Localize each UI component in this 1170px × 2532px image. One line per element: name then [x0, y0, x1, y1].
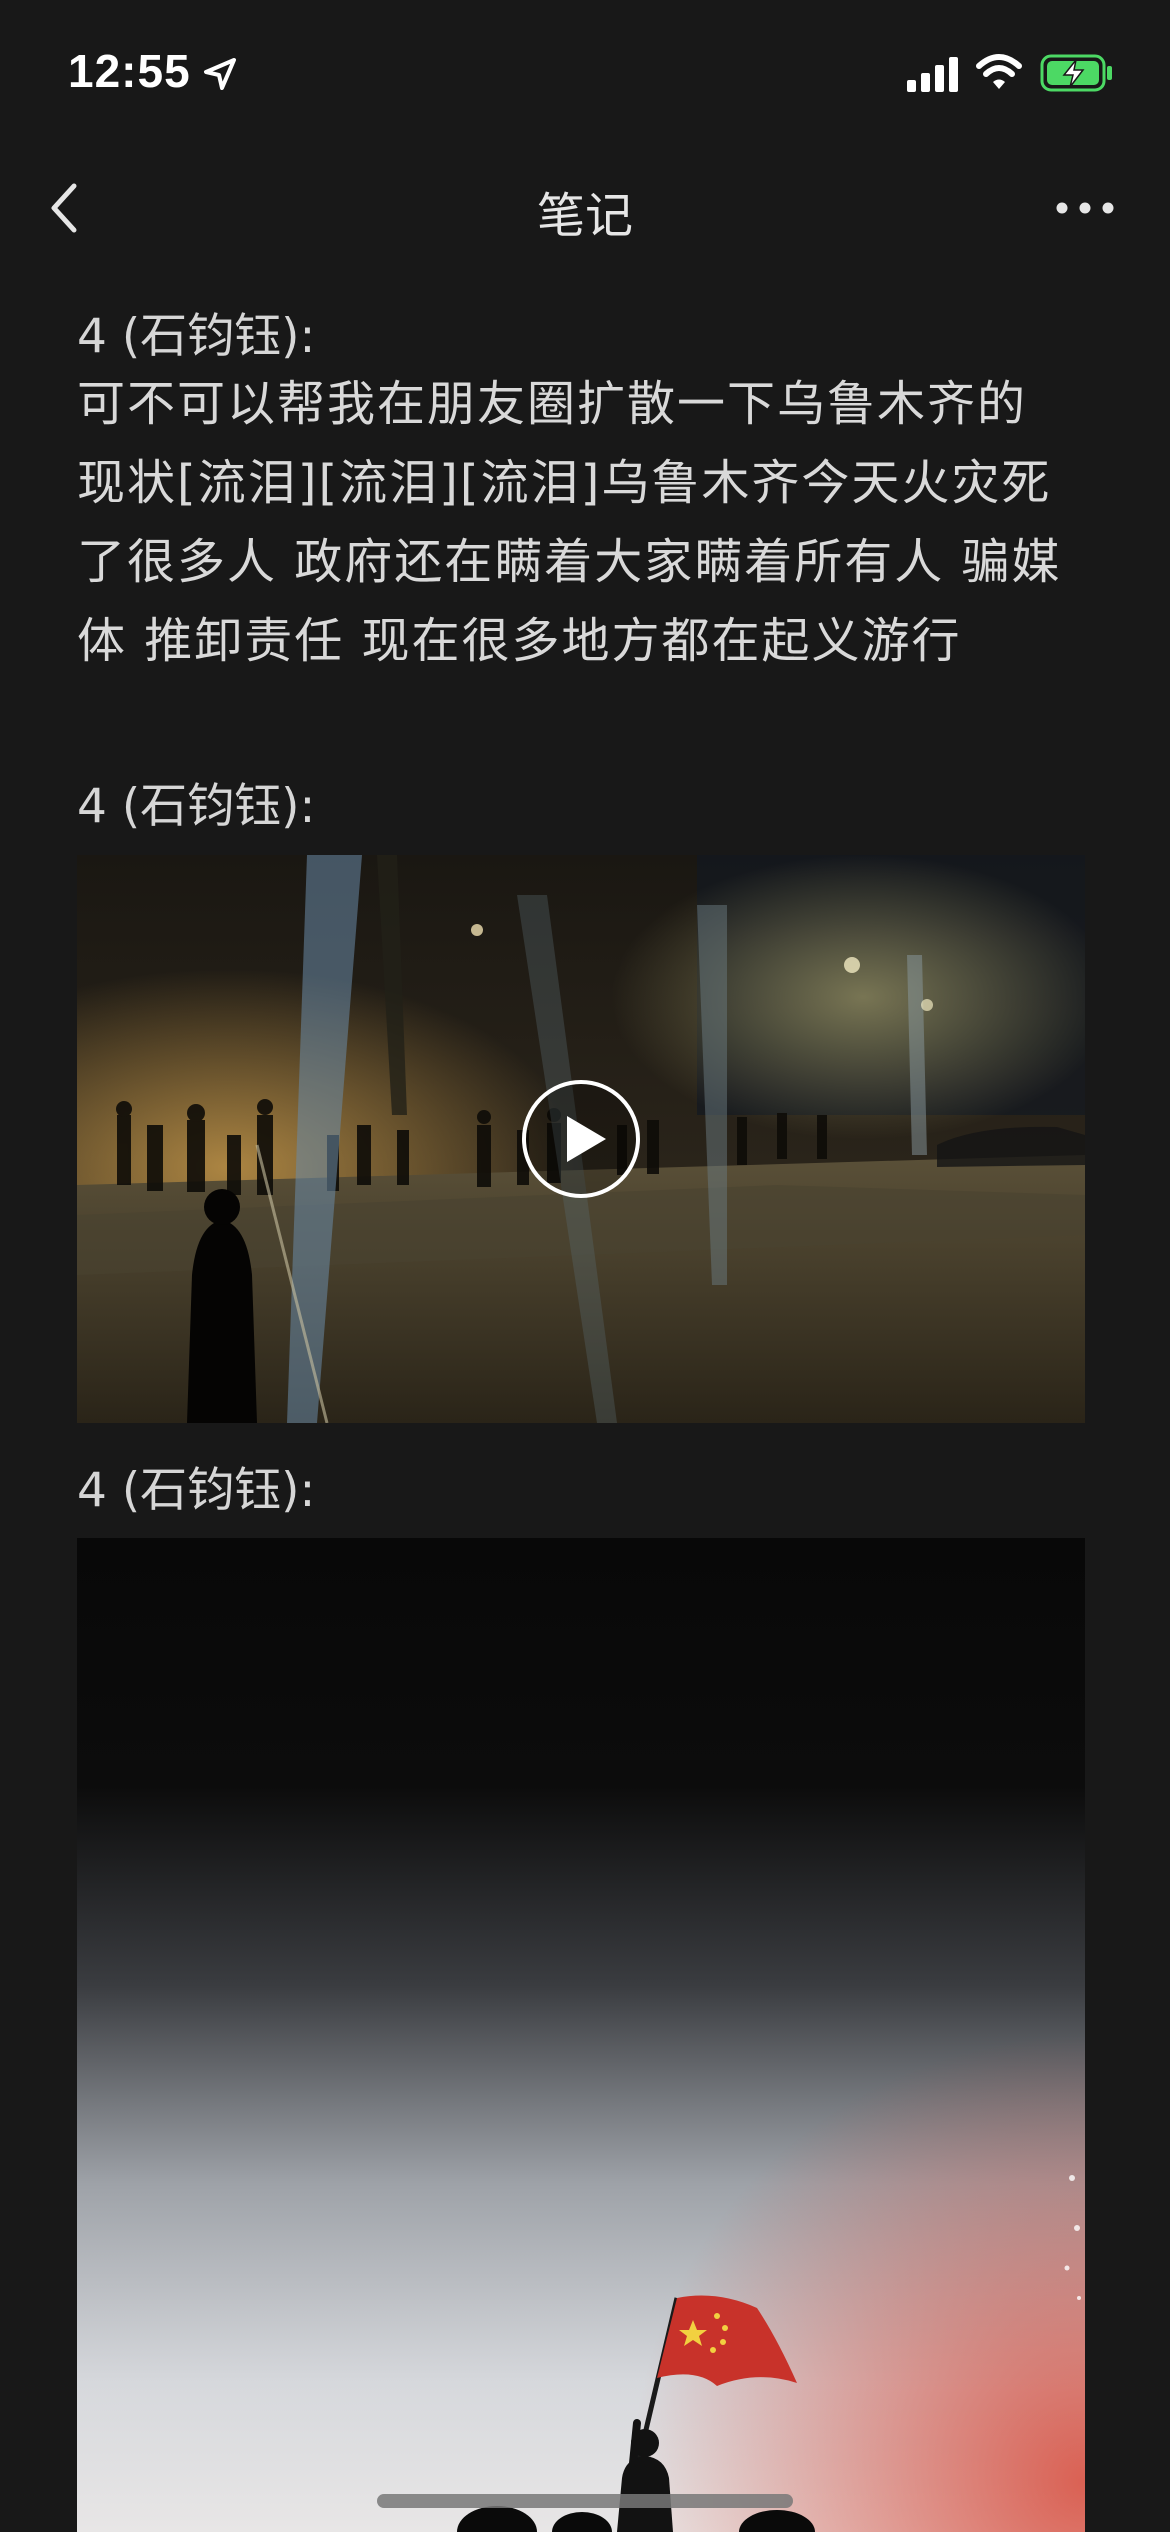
video-thumbnail[interactable] — [77, 855, 1085, 1423]
nav-bar: 笔记 — [0, 150, 1170, 265]
play-icon[interactable] — [520, 1078, 642, 1200]
message-sender: 4 (石钧钰): — [77, 309, 316, 364]
more-options-button[interactable] — [1050, 180, 1120, 236]
location-arrow-icon — [204, 58, 236, 90]
status-bar: 12:55 — [0, 0, 1170, 150]
message-sender: 4 (石钧钰): — [77, 779, 316, 834]
cellular-signal-icon — [907, 57, 958, 92]
message-line: 可不可以帮我在朋友圈扩散一下乌鲁木齐的 — [77, 376, 1028, 432]
photo-scene — [77, 1538, 1085, 2532]
image-attachment[interactable] — [77, 1538, 1085, 2532]
message-sender: 4 (石钧钰): — [77, 1463, 316, 1518]
message-line: 了很多人 政府还在瞒着大家瞒着所有人 骗媒 — [77, 534, 1062, 590]
message-text[interactable]: 可不可以帮我在朋友圈扩散一下乌鲁木齐的 现状[流泪][流泪][流泪]乌鲁木齐今天… — [77, 365, 1107, 681]
status-time: 12:55 — [68, 45, 191, 97]
page-title: 笔记 — [536, 188, 633, 244]
message-line: 现状[流泪][流泪][流泪]乌鲁木齐今天火灾死 — [77, 455, 1052, 511]
battery-charging-icon — [1040, 54, 1112, 92]
wifi-icon — [976, 54, 1022, 89]
message-line: 体 推卸责任 现在很多地方都在起义游行 — [77, 613, 962, 669]
home-indicator[interactable] — [377, 2494, 793, 2508]
